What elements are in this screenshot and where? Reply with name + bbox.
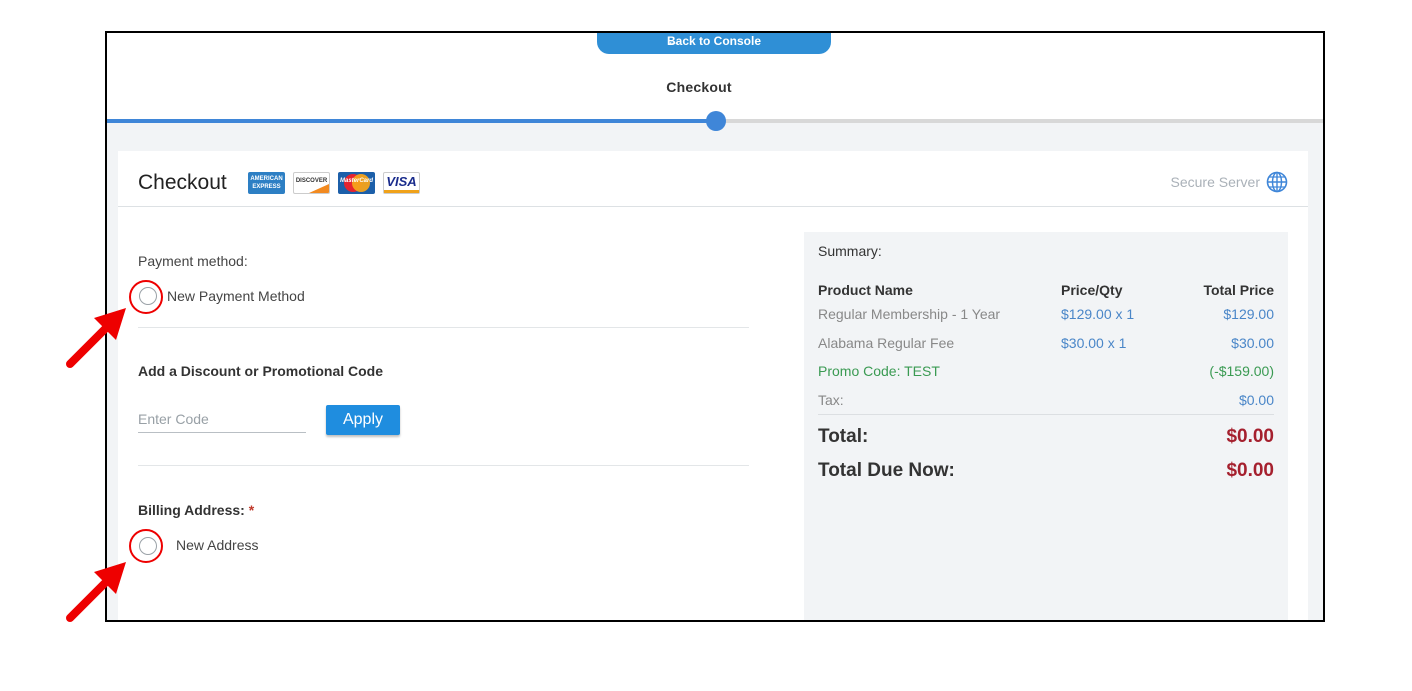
progress-fill [107, 119, 715, 123]
row-price-qty: $129.00 x 1 [1061, 306, 1135, 322]
topbar: ← Back to Console Checkout [107, 33, 1323, 121]
visa-logo: VISA [383, 172, 420, 194]
arrow-left-icon: ← [666, 34, 679, 48]
secure-server-label: Secure Server [1170, 174, 1260, 190]
amex-logo: AMERICAN EXPRESS [248, 172, 285, 194]
total-due-value: $0.00 [1226, 460, 1274, 481]
amex-logo-text: AMERICAN EXPRESS [250, 176, 283, 190]
total-label: Total: [818, 426, 869, 447]
payment-method-label: Payment method: [138, 253, 248, 269]
row-total: $129.00 [1223, 306, 1274, 322]
discover-logo: DISCOVER [293, 172, 330, 194]
total-due-label: Total Due Now: [818, 460, 955, 481]
billing-address-text: Billing Address: [138, 502, 245, 518]
page-title: Checkout [138, 171, 227, 194]
summary-divider [818, 414, 1274, 415]
back-to-console-label: Back to Console [666, 34, 762, 48]
new-payment-method-label[interactable]: New Payment Method [167, 288, 305, 304]
back-to-console-button[interactable]: ← Back to Console [597, 33, 831, 54]
visa-logo-text: VISA [386, 174, 417, 189]
mastercard-logo: MasterCard [338, 172, 375, 194]
new-address-label[interactable]: New Address [176, 537, 258, 553]
header-total-price: Total Price [1203, 282, 1274, 298]
row-price-qty: $30.00 x 1 [1061, 335, 1127, 351]
promo-code-row-name: Promo Code: TEST [818, 363, 940, 379]
promo-code-input[interactable] [138, 405, 306, 433]
header-product-name: Product Name [818, 282, 913, 298]
tax-value: $0.00 [1238, 392, 1274, 408]
globe-icon [1266, 171, 1288, 193]
progress-marker [706, 111, 726, 131]
row-name: Regular Membership - 1 Year [818, 306, 1001, 322]
annotation-arrow-icon [66, 308, 126, 368]
row-name: Alabama Regular Fee [818, 335, 955, 351]
discount-title: Add a Discount or Promotional Code [138, 363, 384, 379]
accepted-cards: AMERICAN EXPRESS DISCOVER MasterCard VIS… [248, 172, 420, 194]
card-header: Checkout AMERICAN EXPRESS DISCOVER Maste… [118, 151, 1308, 207]
total-value: $0.00 [1226, 426, 1274, 447]
step-title: Checkout [666, 79, 732, 95]
required-mark: * [248, 502, 255, 518]
tax-label: Tax: [818, 392, 844, 408]
secure-server: Secure Server [1171, 171, 1288, 193]
checkout-frame: ← Back to Console Checkout Checkout AMERI… [105, 31, 1325, 622]
divider [138, 327, 749, 328]
header-price-qty: Price/Qty [1061, 282, 1123, 298]
promo-code-row-total: (-$159.00) [1209, 363, 1274, 379]
summary-title: Summary: [818, 243, 882, 259]
divider [138, 465, 749, 466]
checkout-card: Checkout AMERICAN EXPRESS DISCOVER Maste… [118, 151, 1308, 620]
order-summary: Summary: Product Name Price/Qty Total Pr… [804, 232, 1288, 620]
mastercard-logo-text: MasterCard [339, 178, 373, 184]
billing-address-label: Billing Address: * [138, 502, 254, 518]
annotation-arrow-icon [66, 562, 126, 622]
row-total: $30.00 [1231, 335, 1274, 351]
apply-button[interactable]: Apply [326, 405, 400, 435]
